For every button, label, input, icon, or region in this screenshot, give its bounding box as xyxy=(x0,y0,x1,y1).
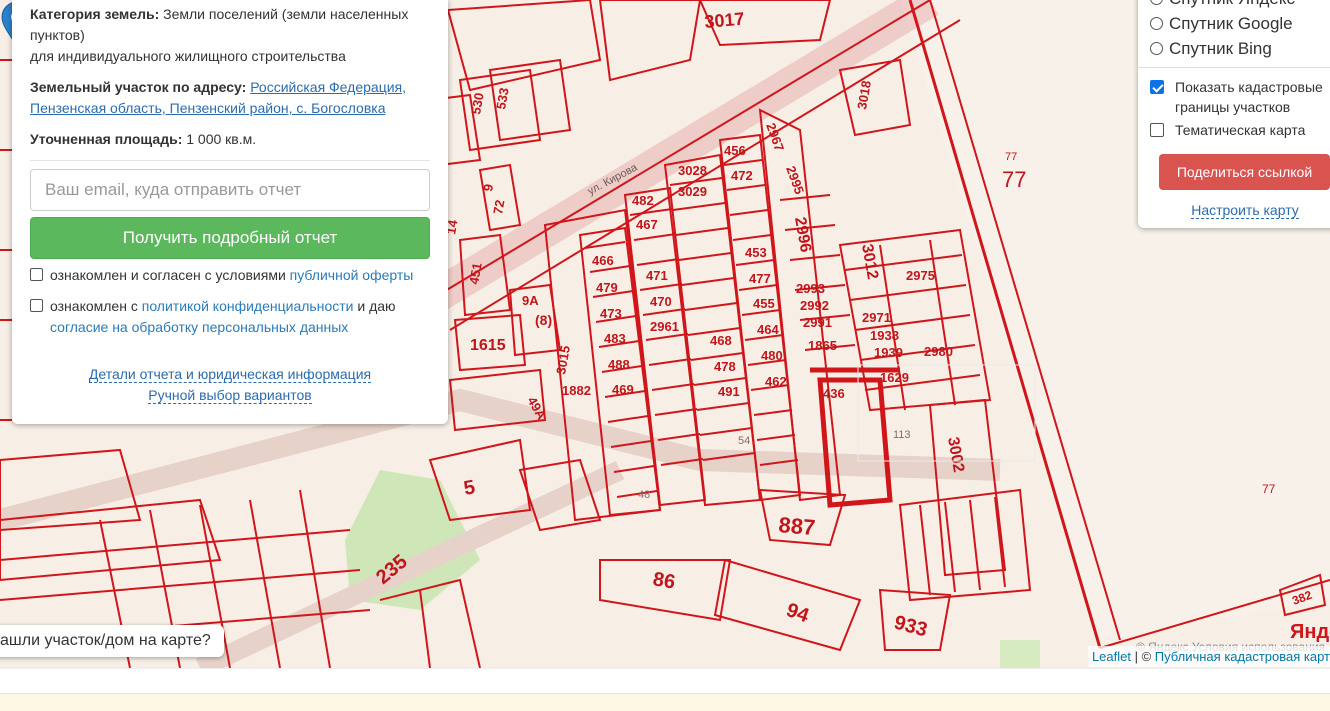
svg-text:2991: 2991 xyxy=(803,315,832,330)
svg-text:479: 479 xyxy=(596,280,618,295)
share-link-button[interactable]: Поделиться ссылкой xyxy=(1159,154,1330,190)
privacy-policy-link[interactable]: политикой конфиденциальности xyxy=(142,298,354,314)
svg-text:471: 471 xyxy=(646,268,668,283)
found-parcel-prompt[interactable]: ашли участок/дом на карте? xyxy=(0,625,224,657)
svg-text:464: 464 xyxy=(757,322,779,337)
svg-text:468: 468 xyxy=(710,333,732,348)
svg-text:113: 113 xyxy=(893,429,911,441)
thematic-map-label: Тематическая карта xyxy=(1175,122,1306,138)
svg-text:483: 483 xyxy=(604,331,626,346)
svg-text:462: 462 xyxy=(765,374,787,389)
svg-text:1882: 1882 xyxy=(562,383,591,398)
category-use: для индивидуального жилищного строительс… xyxy=(30,48,346,64)
land-category: Категория земель: Земли поселений (земли… xyxy=(30,4,430,67)
svg-text:86: 86 xyxy=(651,568,677,594)
map-attribution: Leaflet | © Публичная кадастровая карт xyxy=(1087,646,1330,667)
svg-text:72: 72 xyxy=(490,199,507,216)
radio-bing-label: Спутник Bing xyxy=(1169,39,1272,58)
attribution-separator: | © xyxy=(1130,649,1155,664)
svg-text:48: 48 xyxy=(638,489,650,501)
svg-text:2971: 2971 xyxy=(862,310,891,325)
parcel-area: Уточненная площадь: 1 000 кв.м. xyxy=(30,129,430,150)
map-settings-link-wrap: Настроить карту xyxy=(1138,202,1330,219)
show-cadastral-label: Показать кадастровые границы участков xyxy=(1175,79,1323,115)
svg-text:466: 466 xyxy=(592,253,614,268)
manual-selection-link[interactable]: Ручной выбор вариантов xyxy=(148,387,312,404)
category-label: Категория земель: xyxy=(30,6,160,22)
svg-text:469: 469 xyxy=(612,382,634,397)
svg-text:54: 54 xyxy=(738,435,750,447)
privacy-consent-row: ознакомлен с политикой конфиденциальност… xyxy=(30,296,430,338)
privacy-consent-checkbox[interactable] xyxy=(30,299,43,312)
svg-text:77: 77 xyxy=(1005,151,1017,163)
svg-text:3029: 3029 xyxy=(678,184,707,199)
svg-text:470: 470 xyxy=(650,294,672,309)
svg-text:887: 887 xyxy=(778,512,817,540)
svg-text:488: 488 xyxy=(608,357,630,372)
area-label: Уточненная площадь: xyxy=(30,131,183,147)
radio-bing-dot[interactable] xyxy=(1150,42,1163,55)
pkk-link[interactable]: Публичная кадастровая карт xyxy=(1155,649,1330,664)
thematic-map-checkbox[interactable] xyxy=(1150,123,1164,137)
svg-text:77: 77 xyxy=(1262,482,1276,496)
radio-yandex-label: Спутник Яндекс xyxy=(1169,0,1295,10)
svg-text:467: 467 xyxy=(636,217,658,232)
svg-text:453: 453 xyxy=(745,245,767,260)
radio-google-dot[interactable] xyxy=(1150,17,1163,30)
svg-text:477: 477 xyxy=(749,271,771,286)
svg-text:3028: 3028 xyxy=(678,163,707,178)
offer-consent-text: ознакомлен и согласен с условиями xyxy=(50,267,290,283)
email-input[interactable] xyxy=(30,169,430,211)
svg-text:456: 456 xyxy=(724,143,746,158)
svg-text:2992: 2992 xyxy=(800,298,829,313)
address-label: Земельный участок по адресу: xyxy=(30,79,247,95)
area-value: 1 000 кв.м. xyxy=(186,131,257,147)
svg-text:473: 473 xyxy=(600,306,622,321)
page-bottom xyxy=(0,668,1330,711)
divider xyxy=(30,160,430,161)
layer-control-panel: Спутник Яндекс Спутник Google Спутник Bi… xyxy=(1138,0,1330,228)
leaflet-link[interactable]: Leaflet xyxy=(1092,649,1131,664)
svg-text:(8): (8) xyxy=(535,312,552,328)
svg-text:472: 472 xyxy=(731,168,753,183)
report-details-link[interactable]: Детали отчета и юридическая информация xyxy=(88,366,372,383)
svg-text:455: 455 xyxy=(753,296,775,311)
svg-text:1615: 1615 xyxy=(470,337,506,354)
svg-text:480: 480 xyxy=(761,348,783,363)
public-offer-link[interactable]: публичной оферты xyxy=(290,267,414,283)
notice-bar xyxy=(0,693,1330,711)
svg-text:1939: 1939 xyxy=(874,345,903,360)
svg-text:2993: 2993 xyxy=(796,281,825,296)
map-settings-link[interactable]: Настроить карту xyxy=(1191,202,1299,219)
radio-yandex-dot[interactable] xyxy=(1150,0,1163,5)
personal-data-consent-link[interactable]: согласие на обработку персональных данны… xyxy=(50,319,348,335)
layer-divider xyxy=(1138,67,1330,68)
svg-text:77: 77 xyxy=(1002,167,1026,192)
parcel-address: Земельный участок по адресу: Российская … xyxy=(30,77,430,119)
svg-text:2961: 2961 xyxy=(650,319,679,334)
svg-text:436: 436 xyxy=(823,386,845,401)
svg-text:1865: 1865 xyxy=(808,338,837,353)
offer-consent-row: ознакомлен и согласен с условиями публич… xyxy=(30,265,430,286)
radio-google-label: Спутник Google xyxy=(1169,14,1293,33)
get-report-button[interactable]: Получить подробный отчет xyxy=(30,217,430,259)
svg-text:478: 478 xyxy=(714,359,736,374)
show-cadastral-checkbox[interactable] xyxy=(1150,80,1164,94)
svg-text:491: 491 xyxy=(718,384,740,399)
parcel-info-panel: Категория земель: Земли поселений (земли… xyxy=(12,0,448,424)
panel-links: Детали отчета и юридическая информация Р… xyxy=(30,364,430,406)
svg-text:3017: 3017 xyxy=(704,9,746,32)
svg-text:482: 482 xyxy=(632,193,654,208)
privacy-consent-mid: и даю xyxy=(353,298,396,314)
offer-consent-checkbox[interactable] xyxy=(30,268,43,281)
svg-text:1938: 1938 xyxy=(870,328,899,343)
privacy-consent-text: ознакомлен с xyxy=(50,298,142,314)
svg-text:9А: 9А xyxy=(522,293,539,308)
svg-text:2980: 2980 xyxy=(924,344,953,359)
svg-text:2975: 2975 xyxy=(906,268,935,283)
svg-text:1629: 1629 xyxy=(880,370,909,385)
